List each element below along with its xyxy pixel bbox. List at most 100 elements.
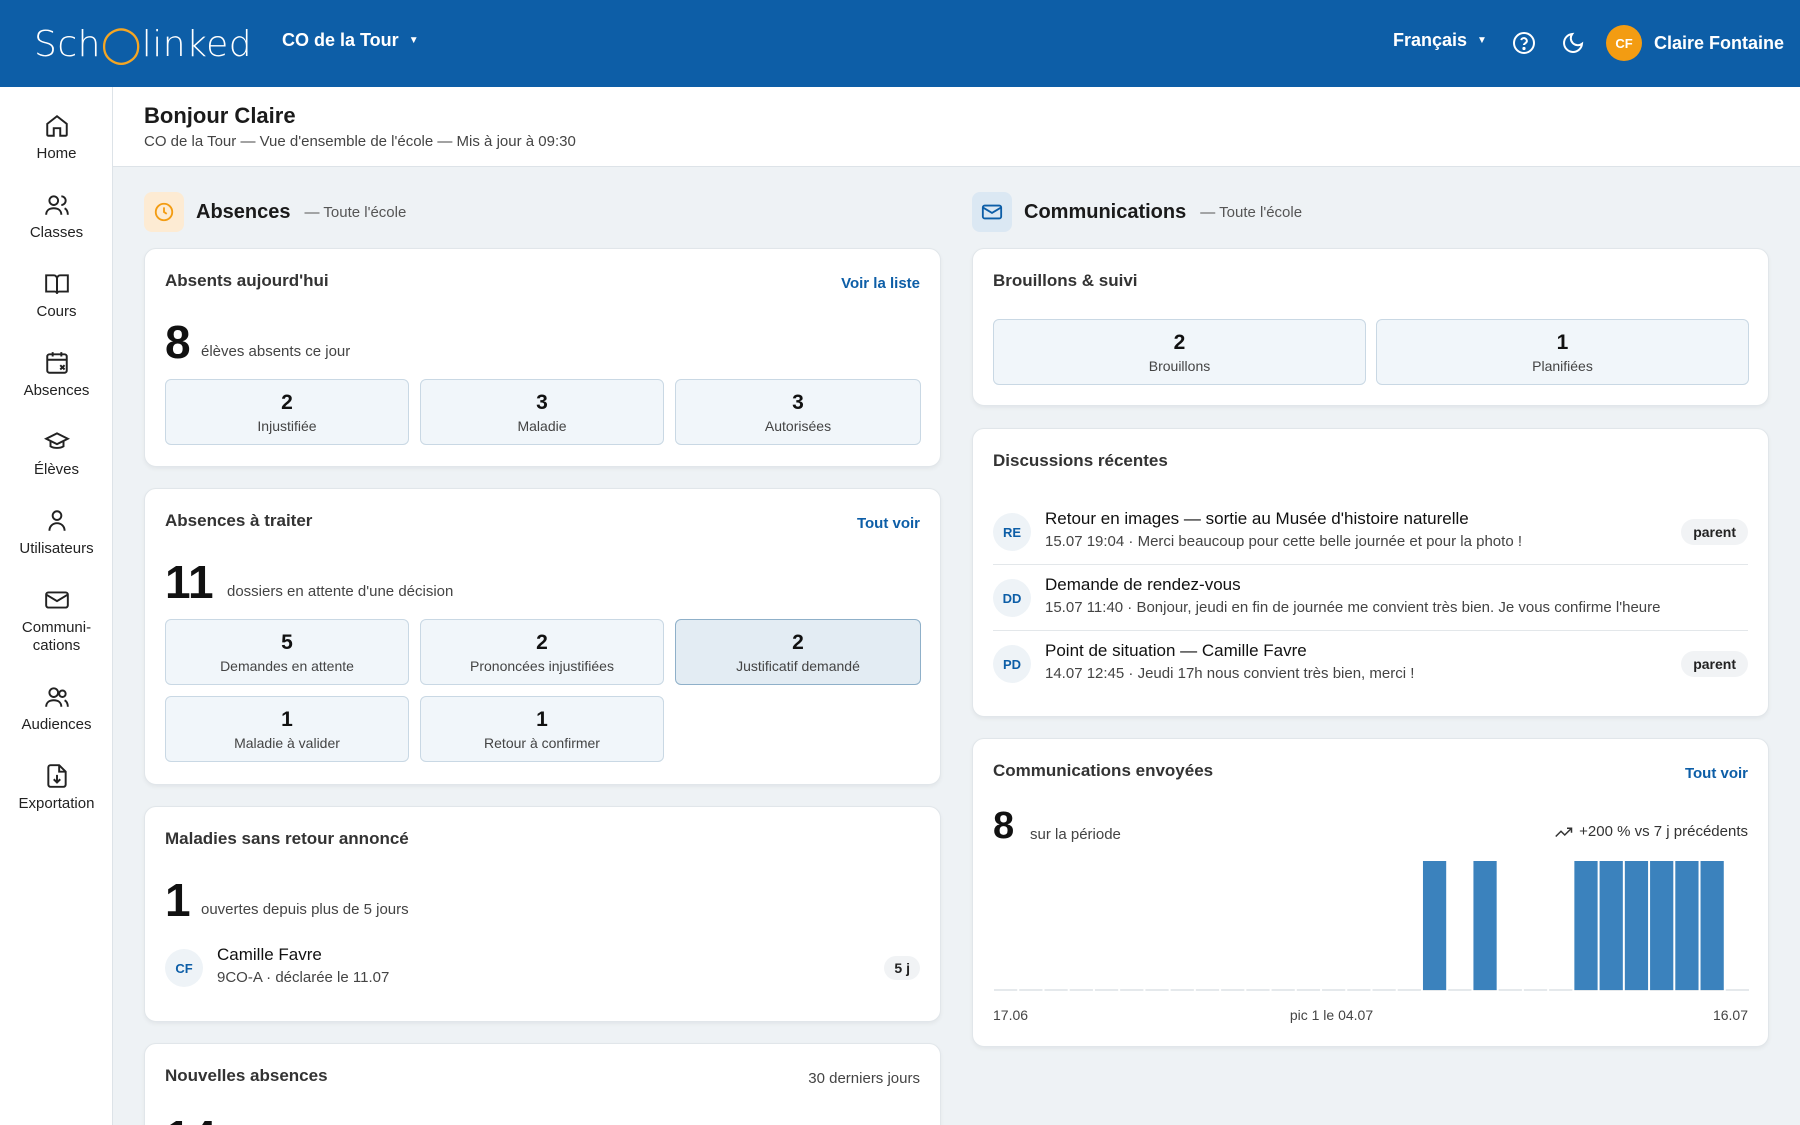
chart-bar-15.07[interactable] [1700,861,1724,990]
stat-brouillons[interactable]: 2 Brouillons [993,319,1366,385]
stat-planifiees[interactable]: 1 Planifiées [1376,319,1749,385]
list-item[interactable]: RE Retour en images — sortie au Musée d'… [993,509,1748,551]
clock-icon [144,192,184,232]
chart-bar-13.07[interactable] [1650,861,1674,990]
chart-baseline-segment [1549,989,1573,991]
section-title: Communications [1024,200,1187,223]
discussion-title: Retour en images — sortie au Musée d'his… [1045,509,1469,528]
calendar-x-icon [45,352,68,374]
list-item[interactable]: PD Point de situation — Camille Favre 14… [993,641,1748,683]
sidebar-item-cours[interactable]: Cours [0,271,113,320]
user-name: Claire Fontaine [1654,32,1785,53]
stat-retour-a-confirmer[interactable]: 1 Retour à confirmer [420,696,664,762]
chart-baseline-segment [1498,989,1522,991]
chart-bar-10.07[interactable] [1574,861,1598,990]
language-selector[interactable]: Français ▼ [1393,30,1487,51]
card-title: Maladies sans retour annoncé [165,829,409,848]
sidebar-item-communications[interactable]: Communi- cations [0,587,113,655]
communications-section-header: Communications — Toute l'école [972,192,1302,232]
sidebar-item-label: Cours [36,303,77,320]
x-axis-end-label: 16.07 [1712,1007,1748,1023]
logo-bubble-icon: ◯ [100,23,142,65]
language-label: Français [1393,30,1468,50]
chart-bar-12.07[interactable] [1624,861,1649,990]
chart-baseline-segment [1296,989,1321,991]
card-title: Absents aujourd'hui [165,271,329,290]
page-subtitle: CO de la Tour — Vue d'ensemble de l'écol… [144,133,576,150]
sidebar-item-label: Utilisateurs [19,540,94,557]
audience-icon [44,687,69,707]
list-item[interactable]: CF Camille Favre 9CO-A · déclarée le 11.… [165,945,920,987]
mail-icon [972,192,1012,232]
role-badge: parent [1681,651,1748,677]
chart-baseline-segment [1044,989,1068,991]
absents-today-card: Absents aujourd'hui Voir la liste 8 élèv… [144,248,941,467]
sidebar-item-eleves[interactable]: Élèves [0,429,113,478]
chart-baseline-segment [1397,989,1421,991]
sick-count-label: ouvertes depuis plus de 5 jours [201,901,409,918]
stat-prononcees-injustifiees[interactable]: 2 Prononcées injustifiées [420,619,664,685]
card-title: Discussions récentes [993,451,1168,470]
user-menu[interactable]: CF Claire Fontaine [1606,25,1784,61]
mail-icon [44,591,69,609]
sent-communications-chart [994,861,1749,991]
pending-count: 11 [165,556,214,608]
section-scope: — Toute l'école [1200,203,1303,221]
avatar: RE [993,513,1031,551]
list-item[interactable]: DD Demande de rendez-vous 15.07 11:40 · … [993,575,1748,617]
sidebar-item-label: Communi- cations [21,619,92,654]
chart-baseline-segment [1322,989,1346,991]
chart-baseline-segment [1271,989,1295,991]
student-detail: 9CO-A · déclarée le 11.07 [217,969,390,986]
view-list-link[interactable]: Voir la liste [841,275,920,292]
sidebar-item-exportation[interactable]: Exportation [0,763,113,812]
absences-section-header: Absences — Toute l'école [144,192,406,232]
absent-count-label: élèves absents ce jour [201,343,351,360]
discussion-preview: 14.07 12:45 · Jeudi 17h nous convient tr… [1045,665,1415,682]
sidebar-item-label: Absences [23,382,90,399]
chart-bar-06.07[interactable] [1473,861,1497,990]
sidebar-item-absences[interactable]: Absences [0,350,113,399]
dark-mode-icon[interactable] [1560,30,1586,56]
stat-justificatif-demande[interactable]: 2 Justificatif demandé [675,619,921,685]
view-all-link[interactable]: Tout voir [857,515,920,532]
sidebar-item-label: Home [36,145,77,162]
chart-bar-11.07[interactable] [1599,861,1623,990]
sidebar-item-audiences[interactable]: Audiences [0,684,113,733]
chart-bar-04.07[interactable] [1422,861,1447,990]
period-label: 30 derniers jours [808,1070,920,1087]
pending-count-label: dossiers en attente d'une décision [227,583,454,600]
x-axis-peak-label: pic 1 le 04.07 [1289,1007,1374,1023]
home-icon [45,115,68,137]
stat-injustifiee[interactable]: 2 Injustifiée [165,379,409,445]
sidebar-item-label: Audiences [21,716,92,733]
duration-badge: 5 j [884,956,920,980]
schoolinked-logo[interactable]: Sch◯linked [34,22,252,66]
chart-baseline-segment [1372,989,1396,991]
recent-discussions-card: Discussions récentes RE Retour en images… [972,428,1769,717]
discussion-title: Point de situation — Camille Favre [1045,641,1307,660]
sidebar-item-home[interactable]: Home [0,113,113,162]
discussion-title: Demande de rendez-vous [1045,575,1241,594]
chart-baseline-segment [994,989,1018,991]
sidebar-item-utilisateurs[interactable]: Utilisateurs [0,508,113,557]
avatar: PD [993,645,1031,683]
chart-baseline-segment [1120,989,1144,991]
chart-bar-14.07[interactable] [1675,861,1699,990]
avatar: CF [165,949,203,987]
stat-maladie[interactable]: 3 Maladie [420,379,664,445]
card-title: Nouvelles absences [165,1066,328,1085]
export-icon [46,764,67,788]
school-selector[interactable]: CO de la Tour ▼ [282,30,419,51]
stat-autorisees[interactable]: 3 Autorisées [675,379,921,445]
page-header: Bonjour Claire CO de la Tour — Vue d'ens… [113,87,1800,167]
help-icon[interactable] [1511,30,1537,56]
sidebar-item-label: Classes [29,224,84,241]
chevron-down-icon: ▼ [408,35,419,46]
sidebar-item-classes[interactable]: Classes [0,192,113,241]
card-title: Absences à traiter [165,511,313,530]
stat-demandes-en-attente[interactable]: 5 Demandes en attente [165,619,409,685]
chart-baseline-segment [1523,989,1548,991]
stat-maladie-a-valider[interactable]: 1 Maladie à valider [165,696,409,762]
graduation-cap-icon [43,432,70,449]
